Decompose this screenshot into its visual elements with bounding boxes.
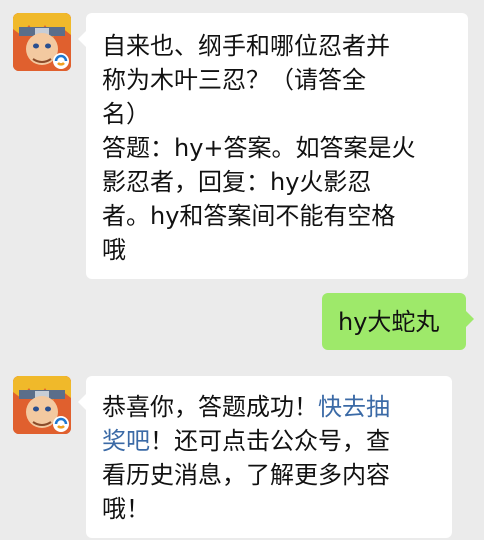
lottery-link[interactable]: 快去抽 bbox=[318, 393, 390, 421]
avatar[interactable] bbox=[13, 13, 71, 71]
avatar[interactable] bbox=[13, 376, 71, 434]
message-text-line: 名） bbox=[102, 100, 150, 128]
message-text-line: 恭喜你，答题成功！快去抽 bbox=[102, 390, 438, 424]
message-text-line: 哦！ bbox=[102, 495, 150, 523]
message-bubble-answer[interactable]: hy大蛇丸 bbox=[322, 293, 474, 350]
message-text-line: 自来也、纲手和哪位忍者并 bbox=[102, 32, 390, 60]
message-bubble-result[interactable]: 恭喜你，答题成功！快去抽 奖吧！还可点击公众号，查 看历史消息，了解更多内容 哦… bbox=[78, 376, 452, 538]
message-text: ！还可点击公众号，查 bbox=[150, 427, 390, 455]
naruto-avatar-icon bbox=[13, 376, 71, 434]
message-text: 恭喜你，答题成功！ bbox=[102, 393, 318, 421]
message-text-line: 看历史消息，了解更多内容 bbox=[102, 461, 390, 489]
message-text-line: 答题：hy+答案。如答案是火 bbox=[102, 134, 416, 162]
message-text-line: 奖吧！还可点击公众号，查 bbox=[102, 424, 438, 458]
message-text: hy大蛇丸 bbox=[338, 308, 440, 336]
message-text-line: 称为木叶三忍？（请答全 bbox=[102, 66, 366, 94]
message-bubble-question[interactable]: 自来也、纲手和哪位忍者并 称为木叶三忍？（请答全 名） 答题：hy+答案。如答案… bbox=[78, 13, 468, 279]
message-text-line: 者。hy和答案间不能有空格 bbox=[102, 202, 396, 230]
naruto-avatar-icon bbox=[13, 13, 71, 71]
lottery-link[interactable]: 奖吧 bbox=[102, 427, 150, 455]
message-text-line: 影忍者，回复：hy火影忍 bbox=[102, 168, 372, 196]
message-text-line: 哦 bbox=[102, 236, 126, 264]
